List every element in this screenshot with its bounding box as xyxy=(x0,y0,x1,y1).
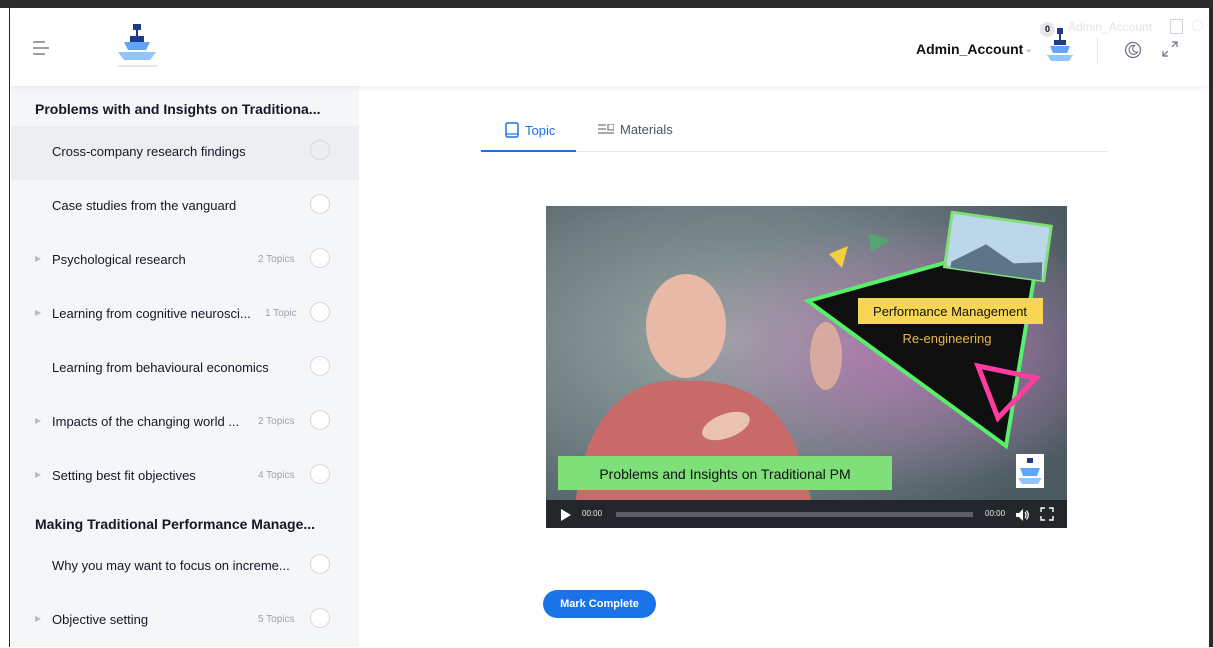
expand-arrow-icon[interactable]: ▶ xyxy=(35,470,41,479)
app-window: Admin_Account ⌄ 0 Admin_Account Problems… xyxy=(0,0,1213,647)
lesson-item[interactable]: ▶ Objective setting 5 Topics xyxy=(11,594,359,648)
moon-icon[interactable] xyxy=(1124,41,1142,59)
topic-count: 2 Topics xyxy=(258,416,295,427)
topic-count: 4 Topics xyxy=(258,470,295,481)
video-current-time: 00:00 xyxy=(582,509,603,518)
video-caption: Problems and Insights on Traditional PM xyxy=(599,466,850,482)
fullscreen-icon[interactable] xyxy=(1040,507,1054,526)
lesson-label: Why you may want to focus on increme... xyxy=(52,558,290,573)
profile-icon[interactable] xyxy=(1170,19,1183,34)
completion-circle-icon xyxy=(310,356,330,376)
completion-circle-icon xyxy=(310,194,330,214)
completion-circle-icon xyxy=(310,302,330,322)
video-controls: 00:00 00:00 xyxy=(546,500,1067,528)
video-frame: Performance Management Re-engineering Pr… xyxy=(546,206,1067,500)
lesson-label: Learning from behavioural economics xyxy=(52,360,269,375)
lesson-item[interactable]: ▶ Psychological research 2 Topics xyxy=(11,234,359,288)
lesson-label: Impacts of the changing world ... xyxy=(52,414,240,429)
video-banner-subtitle: Re-engineering xyxy=(903,331,992,346)
expand-arrow-icon[interactable]: ▶ xyxy=(35,416,41,425)
lesson-label: Learning from cognitive neurosci... xyxy=(52,306,251,321)
active-tab-indicator xyxy=(481,150,576,152)
section-title[interactable]: Problems with and Insights on Traditiona… xyxy=(35,101,320,117)
course-sidebar: Problems with and Insights on Traditiona… xyxy=(11,86,359,647)
expand-icon[interactable] xyxy=(1161,40,1179,58)
completion-circle-icon xyxy=(310,608,330,628)
completion-circle-icon xyxy=(310,410,330,430)
lesson-item[interactable]: ▶ Learning from cognitive neurosci... 1 … xyxy=(11,288,359,342)
lesson-item[interactable]: Cross-company research findings xyxy=(11,126,359,180)
completion-circle-icon xyxy=(310,554,330,574)
top-header: Admin_Account ⌄ 0 Admin_Account xyxy=(11,8,1209,86)
lesson-item[interactable]: ▶ Setting best fit objectives 4 Topics xyxy=(11,450,359,504)
list-icon xyxy=(598,123,615,138)
video-banner-title: Performance Management xyxy=(873,304,1027,319)
chevron-down-icon[interactable]: ⌄ xyxy=(1024,42,1033,55)
video-player[interactable]: Performance Management Re-engineering Pr… xyxy=(546,206,1067,528)
completion-circle-icon xyxy=(310,464,330,484)
avatar[interactable] xyxy=(1044,26,1076,66)
video-progress-bar[interactable] xyxy=(616,512,973,517)
book-icon xyxy=(505,122,519,141)
lesson-label: Objective setting xyxy=(52,612,149,627)
window-top-border xyxy=(0,0,1213,8)
hamburger-menu-icon[interactable] xyxy=(33,41,49,55)
completion-circle-icon xyxy=(310,248,330,268)
window-right-border xyxy=(1209,8,1213,647)
content-tabs: Topic Materials xyxy=(481,110,1108,152)
search-icon[interactable] xyxy=(1192,20,1203,31)
play-icon[interactable] xyxy=(561,508,571,526)
volume-icon[interactable] xyxy=(1016,508,1030,526)
academy-logo[interactable] xyxy=(108,22,166,70)
expand-arrow-icon[interactable]: ▶ xyxy=(35,254,41,263)
video-duration: 00:00 xyxy=(985,509,1006,518)
topic-count: 5 Topics xyxy=(258,614,295,625)
tab-topic[interactable]: Topic xyxy=(505,122,555,141)
user-menu-name[interactable]: Admin_Account xyxy=(916,41,1023,57)
lesson-label: Case studies from the vanguard xyxy=(52,198,237,213)
lesson-label: Cross-company research findings xyxy=(52,144,246,159)
lesson-item[interactable]: Learning from behavioural economics xyxy=(11,342,359,396)
lesson-label: Psychological research xyxy=(52,252,186,267)
faint-user-name: Admin_Account xyxy=(1068,20,1153,34)
expand-arrow-icon[interactable]: ▶ xyxy=(35,308,41,317)
section-title[interactable]: Making Traditional Performance Manage... xyxy=(35,516,315,532)
mark-complete-button[interactable]: Mark Complete xyxy=(543,590,656,618)
lesson-item[interactable]: Why you may want to focus on increme... xyxy=(11,540,359,594)
lesson-label: Setting best fit objectives xyxy=(52,468,196,483)
expand-arrow-icon[interactable]: ▶ xyxy=(35,614,41,623)
topic-count: 2 Topics xyxy=(258,254,295,265)
completion-circle-icon xyxy=(310,140,330,160)
lesson-item[interactable]: Case studies from the vanguard xyxy=(11,180,359,234)
tab-materials-label: Materials xyxy=(620,122,673,137)
tab-materials[interactable]: Materials xyxy=(598,122,673,138)
topic-count: 1 Topic xyxy=(265,308,297,319)
header-divider xyxy=(1097,38,1098,64)
window-left-border xyxy=(0,8,10,647)
tab-topic-label: Topic xyxy=(525,123,556,138)
lesson-item[interactable]: ▶ Impacts of the changing world ... 2 To… xyxy=(11,396,359,450)
